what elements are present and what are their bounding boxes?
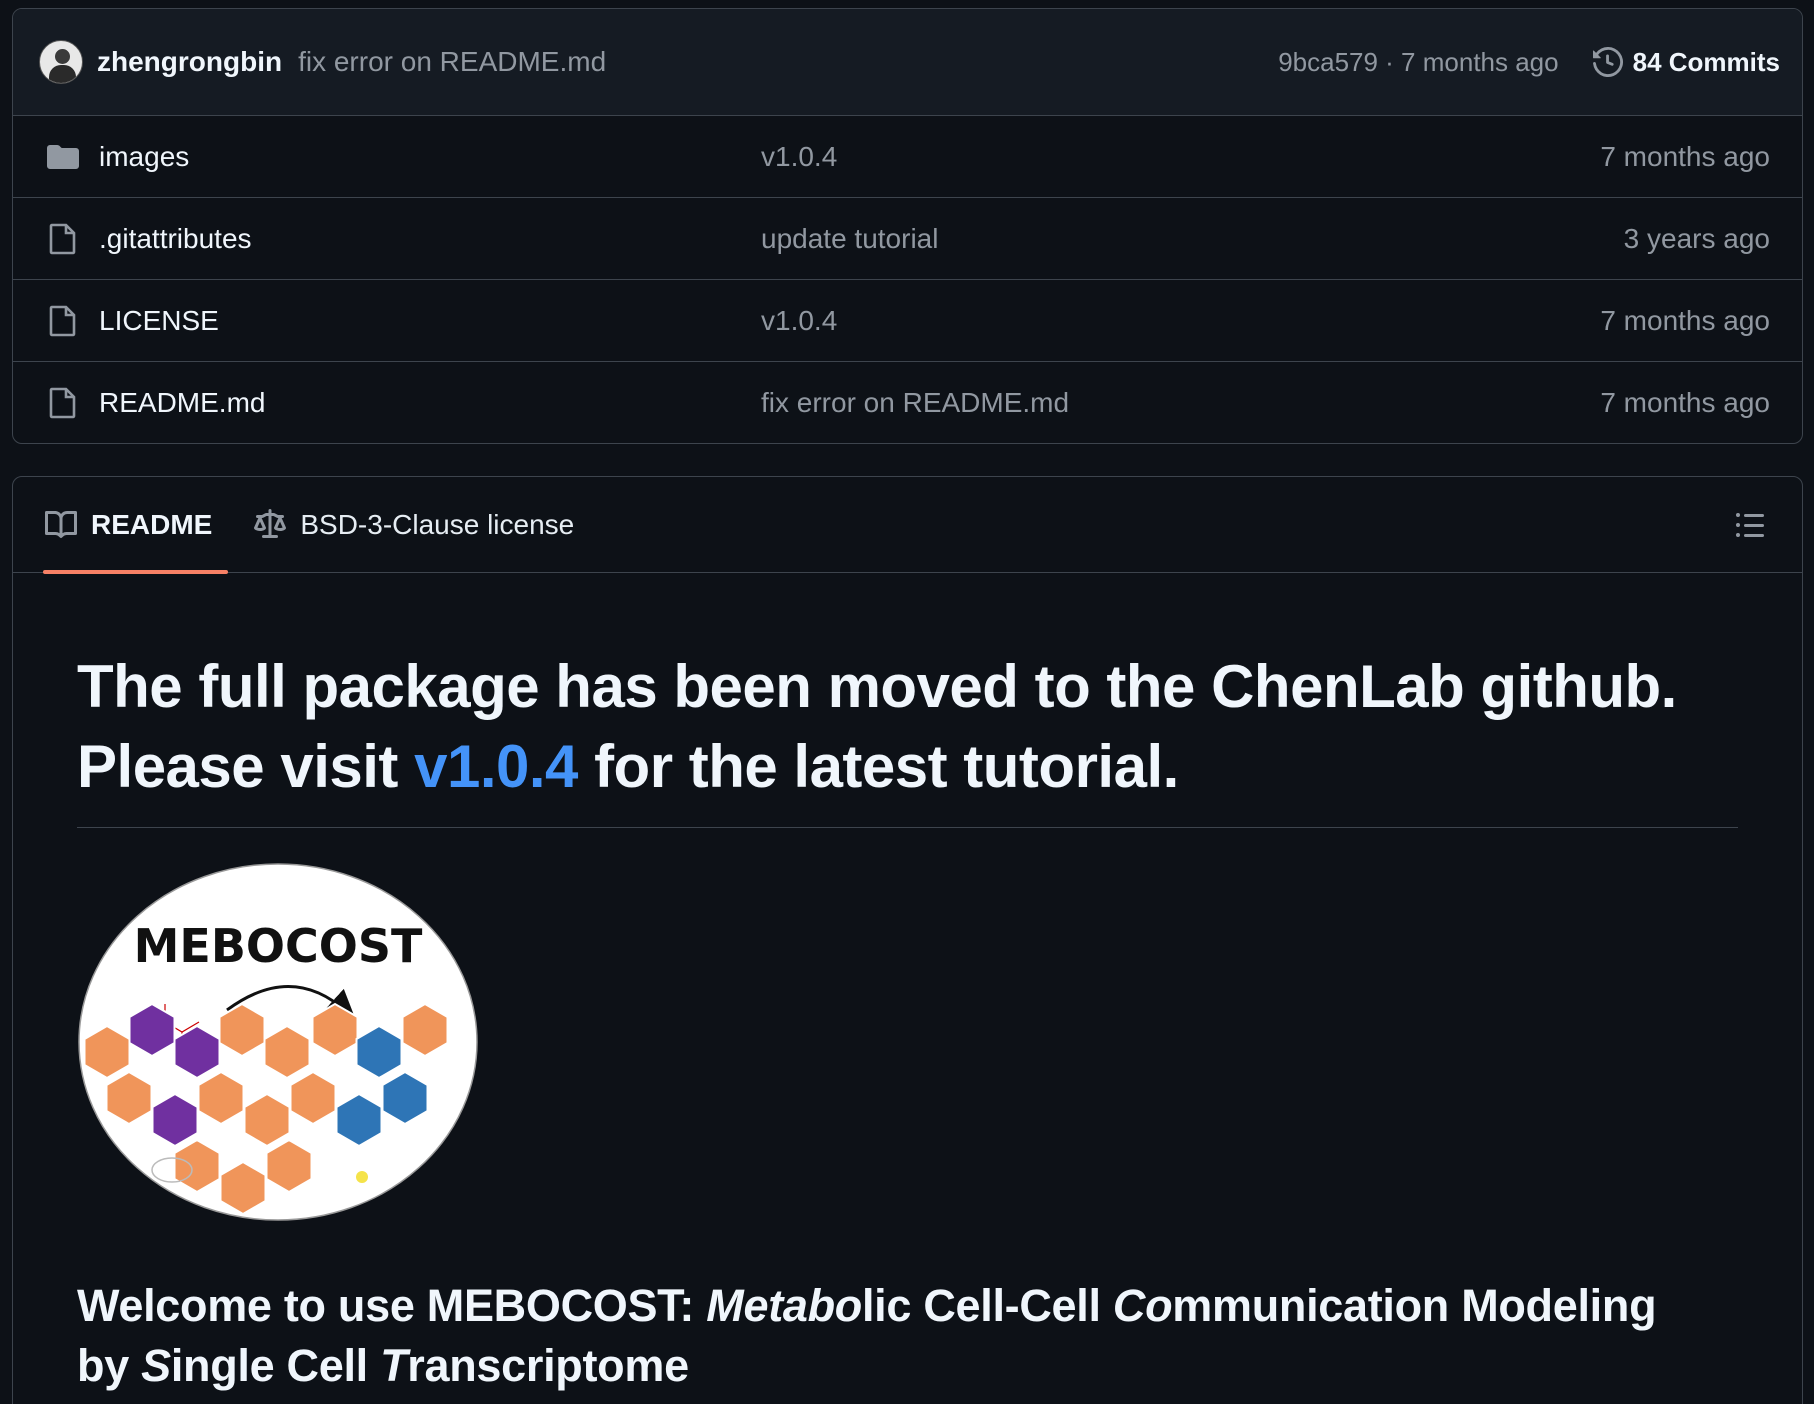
- welcome-text: ingle Cell: [170, 1340, 381, 1391]
- book-icon: [45, 510, 77, 538]
- file-commit-message[interactable]: v1.0.4: [761, 141, 837, 173]
- welcome-text: Metabo: [706, 1280, 862, 1331]
- mebocost-logo: MEBOCOST: [77, 862, 479, 1222]
- welcome-text: T: [380, 1340, 408, 1391]
- headline-line2-pre: Please visit: [77, 733, 415, 800]
- readme-headline: The full package has been moved to the C…: [77, 647, 1738, 828]
- outline-button[interactable]: [1732, 507, 1768, 543]
- logo-text: MEBOCOST: [134, 919, 423, 973]
- file-name[interactable]: images: [99, 141, 759, 173]
- welcome-text: ranscriptome: [407, 1340, 689, 1391]
- file-row-images[interactable]: images v1.0.4 7 months ago: [13, 116, 1802, 198]
- readme-welcome-heading: Welcome to use MEBOCOST: Metabolic Cell-…: [77, 1276, 1737, 1396]
- readme-panel: README BSD-3-Clause license The full pac…: [12, 476, 1803, 1404]
- tab-readme-label: README: [91, 508, 213, 540]
- file-row-readme[interactable]: README.md fix error on README.md 7 month…: [13, 362, 1802, 443]
- file-icon: [45, 385, 81, 421]
- welcome-text: by: [77, 1340, 142, 1391]
- history-icon: [1592, 47, 1623, 77]
- file-commit-message[interactable]: update tutorial: [761, 223, 938, 255]
- readme-tabs: README BSD-3-Clause license: [13, 477, 1802, 574]
- latest-commit-bar: zhengrongbin fix error on README.md 9bca…: [13, 9, 1802, 116]
- commits-history-link[interactable]: 84 Commits: [1592, 46, 1780, 78]
- commit-message[interactable]: fix error on README.md: [298, 46, 606, 78]
- file-icon: [45, 221, 81, 257]
- file-commit-message[interactable]: fix error on README.md: [761, 387, 1069, 419]
- file-name[interactable]: .gitattributes: [99, 223, 759, 255]
- file-icon: [45, 303, 81, 339]
- commit-author[interactable]: zhengrongbin: [97, 46, 282, 78]
- welcome-text: Welcome to use MEBOCOST:: [77, 1280, 707, 1331]
- welcome-text: lic Cell-Cell: [861, 1280, 1113, 1331]
- tab-license-label: BSD-3-Clause license: [300, 508, 575, 540]
- file-date: 7 months ago: [1600, 304, 1770, 336]
- welcome-text: Co: [1112, 1280, 1173, 1331]
- tab-readme[interactable]: README: [29, 477, 229, 574]
- list-icon: [1736, 513, 1764, 537]
- file-browser: zhengrongbin fix error on README.md 9bca…: [12, 8, 1803, 444]
- readme-content: The full package has been moved to the C…: [13, 647, 1802, 1396]
- file-commit-message[interactable]: v1.0.4: [761, 305, 837, 337]
- scale-icon: [254, 508, 287, 538]
- welcome-text: mmunication Modeling: [1172, 1280, 1657, 1331]
- file-date: 7 months ago: [1600, 387, 1770, 418]
- file-date: 3 years ago: [1623, 222, 1770, 254]
- folder-icon: [45, 139, 81, 175]
- welcome-text: S: [141, 1340, 171, 1391]
- version-link[interactable]: v1.0.4: [414, 733, 578, 800]
- commits-count: 84 Commits: [1632, 46, 1780, 77]
- file-name[interactable]: README.md: [99, 387, 759, 419]
- avatar[interactable]: [39, 40, 83, 84]
- tab-license[interactable]: BSD-3-Clause license: [238, 477, 590, 573]
- commit-hash-time[interactable]: 9bca579 · 7 months ago: [1278, 47, 1558, 78]
- mebocost-logo-image: MEBOCOST: [78, 863, 478, 1221]
- headline-line1: The full package has been moved to the C…: [77, 653, 1677, 720]
- file-date: 7 months ago: [1600, 140, 1770, 172]
- headline-line2-post: for the latest tutorial.: [577, 733, 1179, 800]
- file-row-gitattributes[interactable]: .gitattributes update tutorial 3 years a…: [13, 198, 1802, 280]
- file-row-license[interactable]: LICENSE v1.0.4 7 months ago: [13, 280, 1802, 362]
- file-name[interactable]: LICENSE: [99, 305, 759, 337]
